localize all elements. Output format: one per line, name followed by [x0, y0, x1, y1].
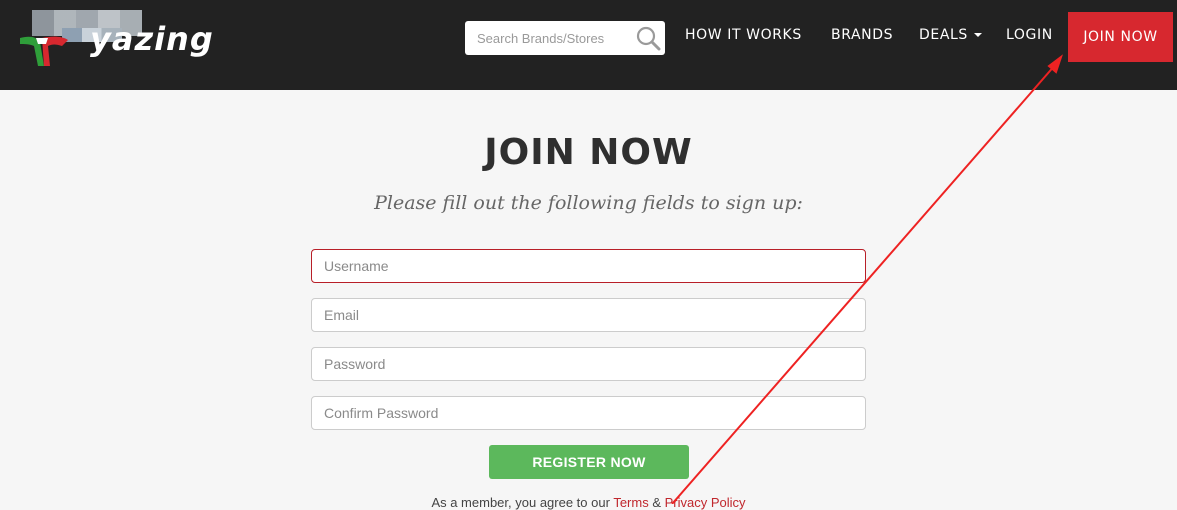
agreement-prefix: As a member, you agree to our [431, 495, 610, 510]
agreement-text: As a member, you agree to our Terms & Pr… [0, 495, 1177, 510]
search-input[interactable] [465, 21, 635, 55]
site-logo[interactable]: yazing [18, 10, 218, 70]
nav-deals-label: DEALS [919, 27, 968, 43]
nav-deals[interactable]: DEALS [919, 27, 982, 43]
logo-wordmark: yazing [90, 20, 214, 58]
email-field[interactable] [311, 298, 866, 332]
page-title: JOIN NOW [484, 132, 693, 173]
register-now-button[interactable]: REGISTER NOW [489, 445, 689, 479]
password-field[interactable] [311, 347, 866, 381]
top-navbar: yazing HOW IT WORKS BRANDS DEALS LOGIN J… [0, 0, 1177, 90]
page-subtitle: Please fill out the following fields to … [374, 192, 803, 214]
nav-how-it-works[interactable]: HOW IT WORKS [685, 27, 802, 43]
search-box [465, 21, 665, 55]
nav-brands[interactable]: BRANDS [831, 27, 893, 43]
terms-link[interactable]: Terms [613, 495, 648, 510]
search-icon[interactable] [635, 25, 661, 56]
join-now-button[interactable]: JOIN NOW [1068, 12, 1173, 62]
privacy-policy-link[interactable]: Privacy Policy [665, 495, 746, 510]
logo-mark-icon [20, 36, 68, 66]
caret-down-icon [973, 33, 982, 37]
confirm-password-field[interactable] [311, 396, 866, 430]
username-field[interactable] [311, 249, 866, 283]
agreement-and: & [652, 495, 661, 510]
nav-login[interactable]: LOGIN [1006, 27, 1053, 43]
